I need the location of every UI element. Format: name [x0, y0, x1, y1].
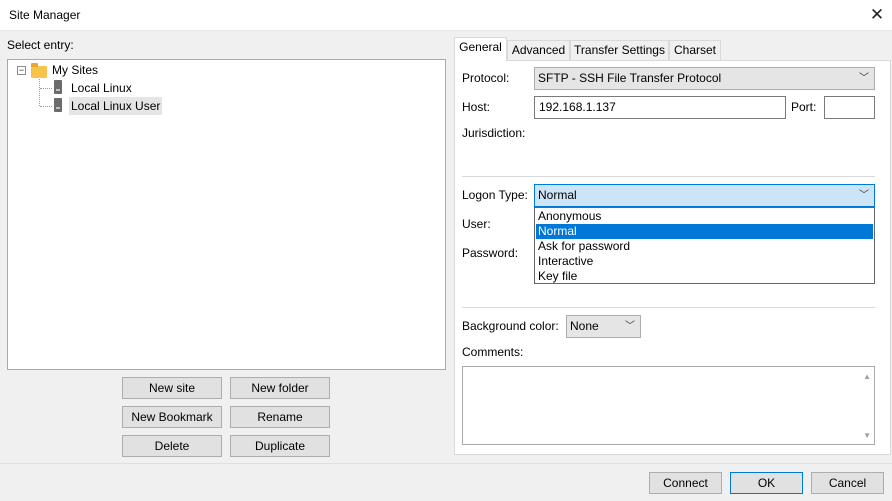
select-entry-label: Select entry: [7, 38, 74, 52]
logon-option-normal[interactable]: Normal [536, 224, 873, 239]
server-icon [54, 80, 62, 94]
background-color-value: None [570, 319, 599, 333]
chevron-down-icon: ﹀ [859, 73, 869, 84]
rename-button[interactable]: Rename [230, 406, 330, 428]
site-tree[interactable]: − My Sites Local Linux Local Linux User [7, 59, 446, 370]
server-icon [54, 98, 62, 112]
comments-label: Comments: [462, 345, 524, 359]
folder-icon [31, 63, 47, 78]
password-label: Password: [462, 246, 519, 260]
background-color-select[interactable]: None ﹀ [566, 315, 641, 338]
collapse-icon[interactable]: − [17, 66, 26, 75]
divider [462, 176, 875, 177]
scroll-down-icon[interactable]: ▼ [863, 431, 871, 440]
scroll-up-icon[interactable]: ▲ [863, 372, 871, 381]
duplicate-button[interactable]: Duplicate [230, 435, 330, 457]
comments-textarea[interactable]: ▲ ▼ [462, 366, 875, 445]
chevron-down-icon: ﹀ [625, 321, 635, 332]
host-label: Host: [462, 100, 491, 114]
window-title: Site Manager [9, 8, 81, 22]
user-label: User: [462, 217, 491, 231]
delete-button[interactable]: Delete [122, 435, 222, 457]
logon-option-anonymous[interactable]: Anonymous [536, 209, 873, 224]
new-folder-button[interactable]: New folder [230, 377, 330, 399]
tree-connector [40, 106, 52, 107]
tab-charset[interactable]: Charset [669, 40, 721, 60]
tree-item-my-sites[interactable]: My Sites [52, 61, 98, 79]
tab-general[interactable]: General [454, 37, 507, 61]
logon-type-select[interactable]: Normal ﹀ [534, 184, 875, 207]
port-input[interactable] [824, 96, 875, 119]
tree-connector [39, 79, 40, 106]
tree-item-local-linux-user[interactable]: Local Linux User [69, 97, 163, 115]
tree-item-local-linux[interactable]: Local Linux [71, 79, 132, 97]
logon-option-key-file[interactable]: Key file [536, 269, 873, 284]
footer-divider [0, 463, 892, 464]
tab-transfer-settings[interactable]: Transfer Settings [570, 40, 669, 60]
chevron-down-icon: ﹀ [859, 190, 869, 201]
protocol-value: SFTP - SSH File Transfer Protocol [538, 71, 722, 85]
protocol-select[interactable]: SFTP - SSH File Transfer Protocol ﹀ [534, 67, 875, 90]
new-site-button[interactable]: New site [122, 377, 222, 399]
logon-type-value: Normal [538, 188, 577, 202]
logon-type-dropdown[interactable]: Anonymous Normal Ask for password Intera… [534, 207, 875, 284]
jurisdiction-label: Jurisdiction: [462, 126, 526, 140]
tab-advanced[interactable]: Advanced [507, 40, 570, 60]
logon-option-ask-for-password[interactable]: Ask for password [536, 239, 873, 254]
background-color-label: Background color: [462, 319, 559, 333]
logon-option-interactive[interactable]: Interactive [536, 254, 873, 269]
protocol-label: Protocol: [462, 71, 510, 85]
tree-connector [40, 88, 52, 89]
ok-button[interactable]: OK [730, 472, 803, 494]
cancel-button[interactable]: Cancel [811, 472, 884, 494]
port-label: Port: [791, 100, 817, 114]
divider [462, 307, 875, 308]
close-icon[interactable]: ✕ [866, 4, 888, 26]
title-bar [0, 0, 892, 31]
host-input[interactable]: 192.168.1.137 [534, 96, 786, 119]
logon-type-label: Logon Type: [462, 188, 528, 202]
connect-button[interactable]: Connect [649, 472, 722, 494]
new-bookmark-button[interactable]: New Bookmark [122, 406, 222, 428]
